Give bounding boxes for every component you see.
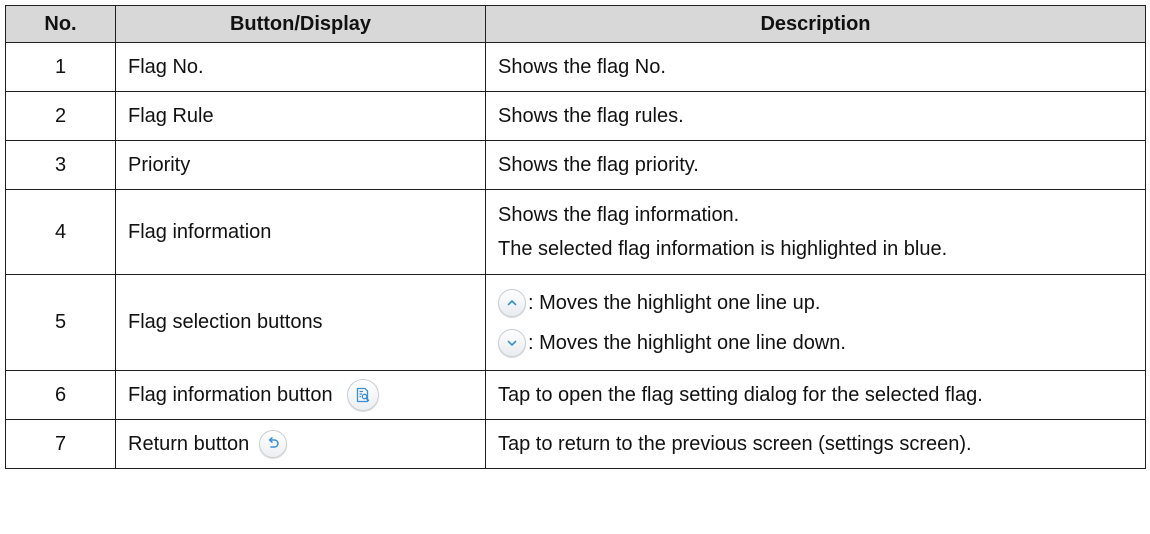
chevron-down-icon (498, 329, 526, 358)
undo-arrow-icon (259, 430, 288, 458)
row-button-name: Flag information button (115, 370, 486, 420)
row-description: Shows the flag priority. (485, 140, 1146, 190)
header-description: Description (485, 5, 1146, 43)
document-search-icon (346, 379, 379, 411)
row-button-name: Flag Rule (115, 91, 486, 141)
button-name-text: Return button (128, 432, 250, 455)
description-line: Shows the flag information. (498, 204, 740, 226)
header-button-display: Button/Display (115, 5, 486, 43)
up-description-text: : Moves the highlight one line up. (528, 291, 821, 314)
table-row: 1 Flag No. Shows the flag No. (5, 42, 1146, 92)
row-number: 4 (5, 189, 116, 275)
row-button-name: Return button (115, 419, 486, 469)
up-description-line: : Moves the highlight one line up. (498, 286, 1145, 320)
row-description: Tap to open the flag setting dialog for … (485, 370, 1146, 420)
down-description-text: : Moves the highlight one line down. (528, 331, 846, 354)
button-name-text: Flag information button (128, 383, 333, 406)
row-description: Shows the flag No. (485, 42, 1146, 92)
row-description: Tap to return to the previous screen (se… (485, 419, 1146, 469)
table-row: 2 Flag Rule Shows the flag rules. (5, 91, 1146, 141)
row-description: Shows the flag information. The selected… (485, 189, 1146, 275)
row-button-name: Flag information (115, 189, 486, 275)
button-description-table: No. Button/Display Description 1 Flag No… (5, 5, 1146, 469)
row-button-name: Flag No. (115, 42, 486, 92)
table-row: 5 Flag selection buttons : Moves the hig… (5, 274, 1146, 371)
row-description: : Moves the highlight one line up. : Mov… (485, 274, 1146, 371)
table-row: 4 Flag information Shows the flag inform… (5, 189, 1146, 275)
header-no: No. (5, 5, 116, 43)
row-number: 3 (5, 140, 116, 190)
row-button-name: Flag selection buttons (115, 274, 486, 371)
description-line: The selected flag information is highlig… (498, 238, 948, 260)
row-number: 6 (5, 370, 116, 420)
header-row: No. Button/Display Description (5, 5, 1146, 43)
table-row: 3 Priority Shows the flag priority. (5, 140, 1146, 190)
table-row: 6 Flag information button Tap to open th… (5, 370, 1146, 420)
row-number: 5 (5, 274, 116, 371)
row-number: 7 (5, 419, 116, 469)
row-button-name: Priority (115, 140, 486, 190)
chevron-up-icon (498, 289, 526, 318)
row-description: Shows the flag rules. (485, 91, 1146, 141)
down-description-line: : Moves the highlight one line down. (498, 326, 1145, 360)
row-number: 2 (5, 91, 116, 141)
row-number: 1 (5, 42, 116, 92)
table-row: 7 Return button Tap to return to the pre… (5, 419, 1146, 469)
